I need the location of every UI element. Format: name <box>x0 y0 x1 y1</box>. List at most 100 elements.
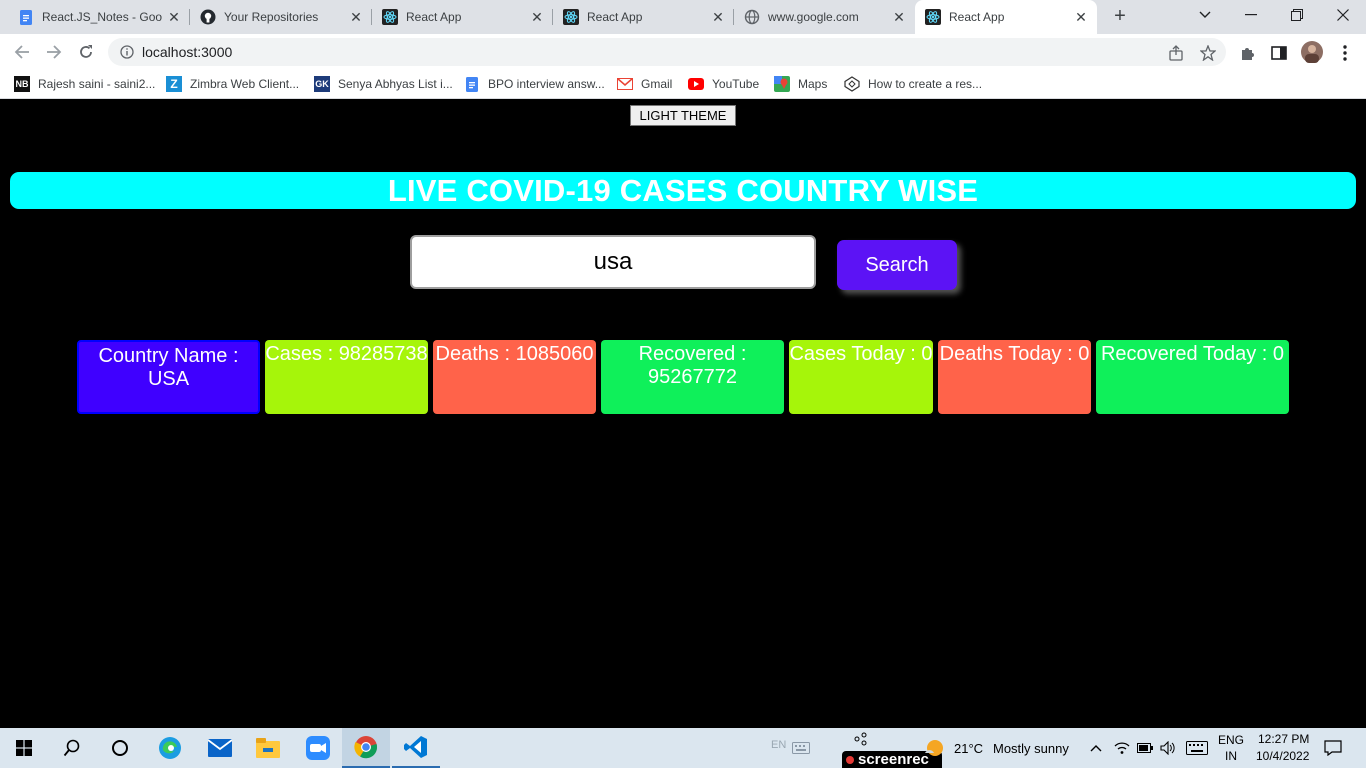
browser-tab[interactable]: Your Repositories ✕ <box>190 0 372 34</box>
browser-tab[interactable]: React App ✕ <box>372 0 553 34</box>
new-tab-button[interactable]: + <box>1108 5 1132 29</box>
volume-icon[interactable] <box>1158 728 1178 768</box>
browser-toolbar: localhost:3000 <box>0 34 1366 70</box>
bookmark-item[interactable]: Maps <box>774 76 827 92</box>
google-docs-icon <box>464 76 480 92</box>
weather-sun-icon[interactable] <box>922 728 946 768</box>
react-icon <box>925 9 941 25</box>
tab-title: React.JS_Notes - Goo <box>42 10 162 24</box>
bookmark-label: How to create a res... <box>868 77 983 91</box>
url-text: localhost:3000 <box>142 44 233 60</box>
bookmark-star-icon[interactable] <box>1199 44 1217 62</box>
tab-search-chevron-icon[interactable] <box>1182 0 1228 30</box>
close-icon[interactable]: ✕ <box>891 9 907 25</box>
edge-icon[interactable] <box>146 728 194 768</box>
bookmarks-bar: NB Rajesh saini - saini2... Z Zimbra Web… <box>0 70 1366 99</box>
clock-date[interactable]: 10/4/2022 <box>1256 749 1309 763</box>
browser-tab[interactable]: www.google.com ✕ <box>734 0 915 34</box>
restore-button[interactable] <box>1274 0 1320 30</box>
github-icon <box>200 9 216 25</box>
touch-keyboard-icon[interactable] <box>1184 728 1210 768</box>
vscode-icon[interactable] <box>392 728 440 768</box>
windows-taskbar: EN screenrec 21°C Mostly sunny ENG IN 12… <box>0 728 1366 768</box>
reload-icon[interactable] <box>74 40 98 64</box>
browser-tab-active[interactable]: React App ✕ <box>915 0 1097 34</box>
close-window-button[interactable] <box>1320 0 1366 30</box>
stat-card-country: Country Name : USA <box>77 340 260 414</box>
gk-icon: GK <box>314 76 330 92</box>
stat-card-cases-today: Cases Today : 0 <box>789 340 933 414</box>
minimize-button[interactable] <box>1228 0 1274 30</box>
mail-icon[interactable] <box>196 728 244 768</box>
stat-card-cases: Cases : 98285738 <box>265 340 428 414</box>
more-options-icon[interactable] <box>1336 44 1354 62</box>
close-icon[interactable]: ✕ <box>348 9 364 25</box>
tab-title: React App <box>406 10 462 24</box>
keyboard-icon[interactable] <box>790 728 812 768</box>
bookmark-item[interactable]: How to create a res... <box>844 76 982 92</box>
country-search-input[interactable] <box>410 235 816 289</box>
browser-tab-bar: React.JS_Notes - Goo ✕ Your Repositories… <box>0 0 1366 34</box>
site-info-icon[interactable] <box>120 45 134 59</box>
youtube-icon <box>688 76 704 92</box>
stat-card-deaths: Deaths : 1085060 <box>433 340 596 414</box>
page-title: LIVE COVID-19 CASES COUNTRY WISE <box>387 172 979 208</box>
close-icon[interactable]: ✕ <box>529 9 545 25</box>
share-icon[interactable] <box>1168 45 1184 61</box>
bookmark-label: Senya Abhyas List i... <box>338 77 453 91</box>
back-arrow-icon[interactable] <box>10 40 34 64</box>
weather-condition[interactable]: Mostly sunny <box>993 741 1069 756</box>
bookmark-item[interactable]: NB Rajesh saini - saini2... <box>14 76 155 92</box>
side-panel-icon[interactable] <box>1270 44 1288 62</box>
profile-avatar[interactable] <box>1301 41 1323 63</box>
stats-cards: Country Name : USA Cases : 98285738 Deat… <box>0 340 1366 414</box>
show-hidden-icons-chevron-icon[interactable] <box>1088 728 1104 768</box>
close-icon[interactable]: ✕ <box>166 9 182 25</box>
forward-arrow-icon[interactable] <box>42 40 66 64</box>
bookmark-item[interactable]: Gmail <box>617 76 672 92</box>
file-explorer-icon[interactable] <box>244 728 292 768</box>
language-bar-icon: EN <box>771 739 787 751</box>
windows-start-icon[interactable] <box>0 728 48 768</box>
notifications-icon[interactable] <box>1318 728 1348 768</box>
clock-time[interactable]: 12:27 PM <box>1258 732 1309 746</box>
extensions-puzzle-icon[interactable] <box>1239 44 1257 62</box>
task-view-icon[interactable] <box>96 728 144 768</box>
bookmark-label: YouTube <box>712 77 760 91</box>
light-theme-button[interactable]: LIGHT THEME <box>630 105 736 126</box>
browser-tab[interactable]: React App ✕ <box>553 0 734 34</box>
bookmark-label: Zimbra Web Client... <box>190 77 300 91</box>
input-language[interactable]: ENG <box>1218 733 1244 747</box>
page-heading-banner: LIVE COVID-19 CASES COUNTRY WISE <box>10 172 1356 209</box>
share-nodes-icon[interactable] <box>850 728 870 750</box>
zimbra-icon: Z <box>166 76 182 92</box>
stat-card-recovered-today: Recovered Today : 0 <box>1096 340 1289 414</box>
tab-title: www.google.com <box>768 10 859 24</box>
stat-card-recovered: Recovered : 95267772 <box>601 340 784 414</box>
bookmark-label: Gmail <box>641 77 673 91</box>
chrome-icon[interactable] <box>342 728 390 768</box>
tab-title: React App <box>587 10 643 24</box>
network-wifi-icon[interactable] <box>1112 728 1132 768</box>
bookmark-item[interactable]: GK Senya Abhyas List i... <box>314 76 453 92</box>
close-icon[interactable]: ✕ <box>710 9 726 25</box>
zoom-icon[interactable] <box>294 728 342 768</box>
bookmark-item[interactable]: Z Zimbra Web Client... <box>166 76 299 92</box>
bookmark-item[interactable]: YouTube <box>688 76 759 92</box>
maps-icon <box>774 76 790 92</box>
close-icon[interactable]: ✕ <box>1073 9 1089 25</box>
watermark-text: screenrec <box>858 751 929 768</box>
bookmark-item[interactable]: BPO interview answ... <box>464 76 605 92</box>
browser-tab[interactable]: React.JS_Notes - Goo ✕ <box>8 0 190 34</box>
battery-icon[interactable] <box>1135 728 1155 768</box>
tab-title: Your Repositories <box>224 10 319 24</box>
bookmark-label: BPO interview answ... <box>488 77 605 91</box>
input-region[interactable]: IN <box>1225 749 1237 763</box>
address-bar[interactable]: localhost:3000 <box>108 38 1226 66</box>
stat-card-deaths-today: Deaths Today : 0 <box>938 340 1091 414</box>
nb-icon: NB <box>14 76 30 92</box>
search-button[interactable]: Search <box>837 240 957 290</box>
record-dot-icon <box>846 755 854 764</box>
search-icon[interactable] <box>48 728 96 768</box>
weather-temp[interactable]: 21°C <box>954 741 983 756</box>
